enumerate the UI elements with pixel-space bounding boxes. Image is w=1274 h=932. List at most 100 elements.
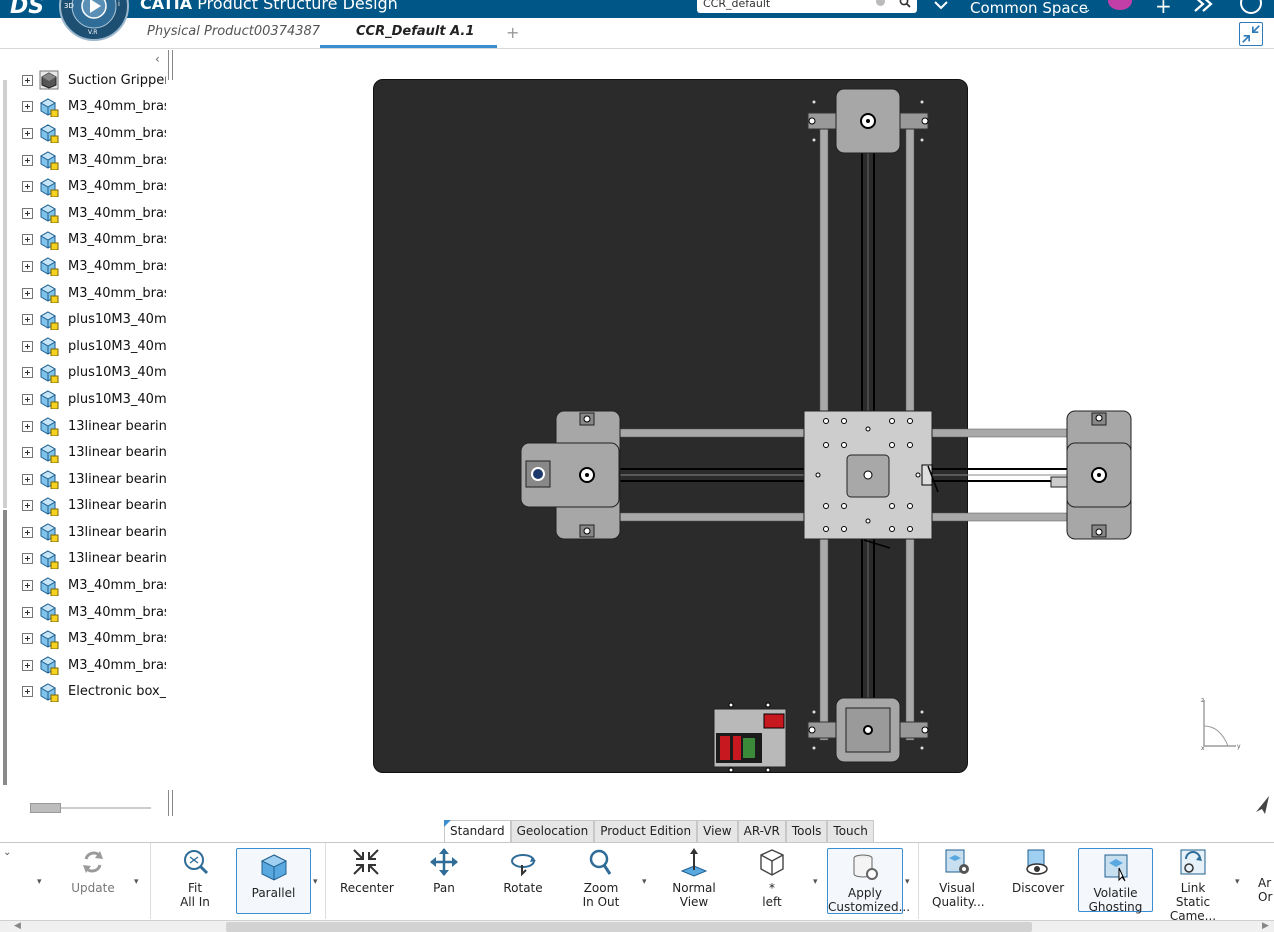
help-icon[interactable]	[1240, 0, 1262, 14]
clear-search-icon[interactable]	[876, 0, 885, 6]
tree-node[interactable]: plus10M3_40m	[22, 333, 166, 360]
apply-customized-button[interactable]: Apply Customized...	[827, 848, 910, 914]
tree-node[interactable]: plus10M3_40m	[22, 306, 166, 333]
expand-toggle-icon[interactable]	[22, 207, 33, 219]
chevron-down-icon[interactable]: ⌄	[3, 847, 11, 858]
link-static-camera-button[interactable]: Link Static Came...	[1156, 847, 1230, 923]
expand-toggle-icon[interactable]	[22, 473, 33, 485]
expand-toggle-icon[interactable]	[22, 606, 33, 618]
tree-node[interactable]: M3_40mm_bras	[22, 227, 166, 254]
tree-node[interactable]: M3_40mm_bras	[22, 652, 166, 679]
tree-node[interactable]: M3_40mm_bras	[22, 200, 166, 227]
toolbar-tab-geolocation[interactable]: Geolocation	[510, 820, 595, 842]
toolbar-tab-ar-vr[interactable]: AR-VR	[737, 820, 786, 842]
expand-toggle-icon[interactable]	[22, 659, 33, 671]
tree-node[interactable]: M3_40mm_bras	[22, 599, 166, 626]
plus-icon[interactable]: +	[1155, 0, 1172, 18]
toolbar-tab-touch[interactable]: Touch	[827, 820, 874, 842]
tree-node[interactable]: M3_40mm_bras	[22, 173, 166, 200]
dropdown-arrow-icon[interactable]: ▾	[134, 877, 139, 887]
tab-physical-product[interactable]: Physical Product00374387	[147, 24, 320, 39]
expand-toggle-icon[interactable]	[22, 500, 33, 512]
tree-node[interactable]: M3_40mm_bras	[22, 572, 166, 599]
splitter[interactable]	[168, 790, 169, 816]
volatile-ghosting-button[interactable]: Volatile Ghosting	[1078, 848, 1153, 914]
left-view-button[interactable]: * left	[752, 847, 792, 909]
scroll-thumb[interactable]	[226, 922, 1032, 932]
visual-quality-button[interactable]: Visual Quality...	[932, 847, 985, 909]
share-icon[interactable]	[1193, 0, 1215, 13]
collapse-tree-button[interactable]: ‹	[155, 52, 160, 66]
expand-toggle-icon[interactable]	[22, 393, 33, 405]
expand-toggle-icon[interactable]	[22, 127, 33, 139]
expand-toggle-icon[interactable]	[22, 686, 33, 698]
tree-node[interactable]: Suction Gripper	[22, 67, 166, 94]
tree-scrollbar[interactable]	[0, 80, 8, 785]
tree-node[interactable]: 13linear bearing	[22, 413, 166, 440]
add-tab-button[interactable]: +	[506, 23, 519, 42]
axis-triad-icon[interactable]: z y x	[1196, 696, 1242, 752]
scroll-thumb[interactable]	[3, 510, 7, 785]
scroll-left-arrow-icon[interactable]: ◀	[14, 921, 21, 931]
dropdown-arrow-icon[interactable]: ▾	[37, 877, 42, 887]
expand-toggle-icon[interactable]	[22, 580, 33, 592]
parallel-button[interactable]: Parallel	[236, 848, 311, 914]
update-button[interactable]: Update	[70, 847, 116, 895]
expand-toggle-icon[interactable]	[22, 74, 33, 86]
tree-node[interactable]: 13linear bearing	[22, 546, 166, 573]
toolbar-tab-view[interactable]: View	[697, 820, 738, 842]
minimize-ribbon-button[interactable]	[1239, 22, 1263, 46]
expand-toggle-icon[interactable]	[22, 181, 33, 193]
search-icon[interactable]	[899, 0, 911, 8]
compass-icon[interactable]: 3D V.R i	[58, 0, 130, 46]
recenter-button[interactable]: Recenter	[340, 847, 394, 895]
tree-node[interactable]: Electronic box_D	[22, 679, 166, 706]
tree-node[interactable]: 13linear bearing	[22, 493, 166, 520]
expand-toggle-icon[interactable]	[22, 234, 33, 246]
dropdown-arrow-icon[interactable]: ▾	[642, 877, 647, 887]
expand-toggle-icon[interactable]	[22, 287, 33, 299]
tree-node[interactable]: M3_40mm_bras	[22, 625, 166, 652]
splitter[interactable]	[172, 50, 173, 80]
scroll-thumb[interactable]	[30, 803, 61, 813]
tree-node[interactable]: 13linear bearing	[22, 519, 166, 546]
search-input[interactable]: CCR_default	[697, 0, 917, 13]
tree-node[interactable]: M3_40mm_bras	[22, 253, 166, 280]
tree-node[interactable]: plus10M3_40m	[22, 386, 166, 413]
dropdown-arrow-icon[interactable]: ▾	[1235, 877, 1240, 887]
dropdown-arrow-icon[interactable]: ▾	[905, 877, 910, 887]
expand-toggle-icon[interactable]	[22, 420, 33, 432]
toolbar-tab-product-edition[interactable]: Product Edition	[594, 820, 698, 842]
avatar[interactable]	[1108, 0, 1132, 10]
splitter[interactable]	[172, 790, 173, 816]
toolbar-tab-standard[interactable]: Standard	[444, 820, 511, 842]
expand-toggle-icon[interactable]	[22, 340, 33, 352]
expand-toggle-icon[interactable]	[22, 553, 33, 565]
tab-ccr-default[interactable]: CCR_Default A.1	[356, 24, 474, 39]
tree-node[interactable]: 13linear bearing	[22, 439, 166, 466]
dropdown-arrow-icon[interactable]: ▾	[313, 877, 318, 887]
dropdown-arrow-icon[interactable]: ▾	[813, 877, 818, 887]
tree-node[interactable]: M3_40mm_bras	[22, 94, 166, 121]
rotate-button[interactable]: Rotate	[500, 847, 546, 895]
normal-view-button[interactable]: Normal View	[670, 847, 718, 909]
expand-toggle-icon[interactable]	[22, 367, 33, 379]
collaborative-space-label[interactable]: Common Space	[970, 0, 1088, 17]
expand-toggle-icon[interactable]	[22, 314, 33, 326]
scroll-right-arrow-icon[interactable]: ▶	[1262, 921, 1269, 931]
bookmark-icon[interactable]	[932, 0, 950, 14]
tree-node[interactable]: 13linear bearing	[22, 466, 166, 493]
expand-toggle-icon[interactable]	[22, 526, 33, 538]
chevron-down-icon[interactable]: ⌄	[1083, 4, 1091, 15]
tree-node[interactable]: M3_40mm_bras	[22, 120, 166, 147]
truncated-action-button[interactable]: Ar Or	[1258, 876, 1274, 904]
tree-horizontal-scrollbar[interactable]	[30, 803, 151, 813]
tree-node[interactable]: M3_40mm_bras	[22, 280, 166, 307]
brand-logo[interactable]: DS	[10, 0, 44, 18]
tree-node[interactable]: M3_40mm_bras	[22, 147, 166, 174]
tree-node[interactable]: plus10M3_40m	[22, 360, 166, 387]
toolbar-tab-tools[interactable]: Tools	[785, 820, 828, 842]
pan-button[interactable]: Pan	[422, 847, 466, 895]
expand-toggle-icon[interactable]	[22, 633, 33, 645]
expand-toggle-icon[interactable]	[22, 447, 33, 459]
